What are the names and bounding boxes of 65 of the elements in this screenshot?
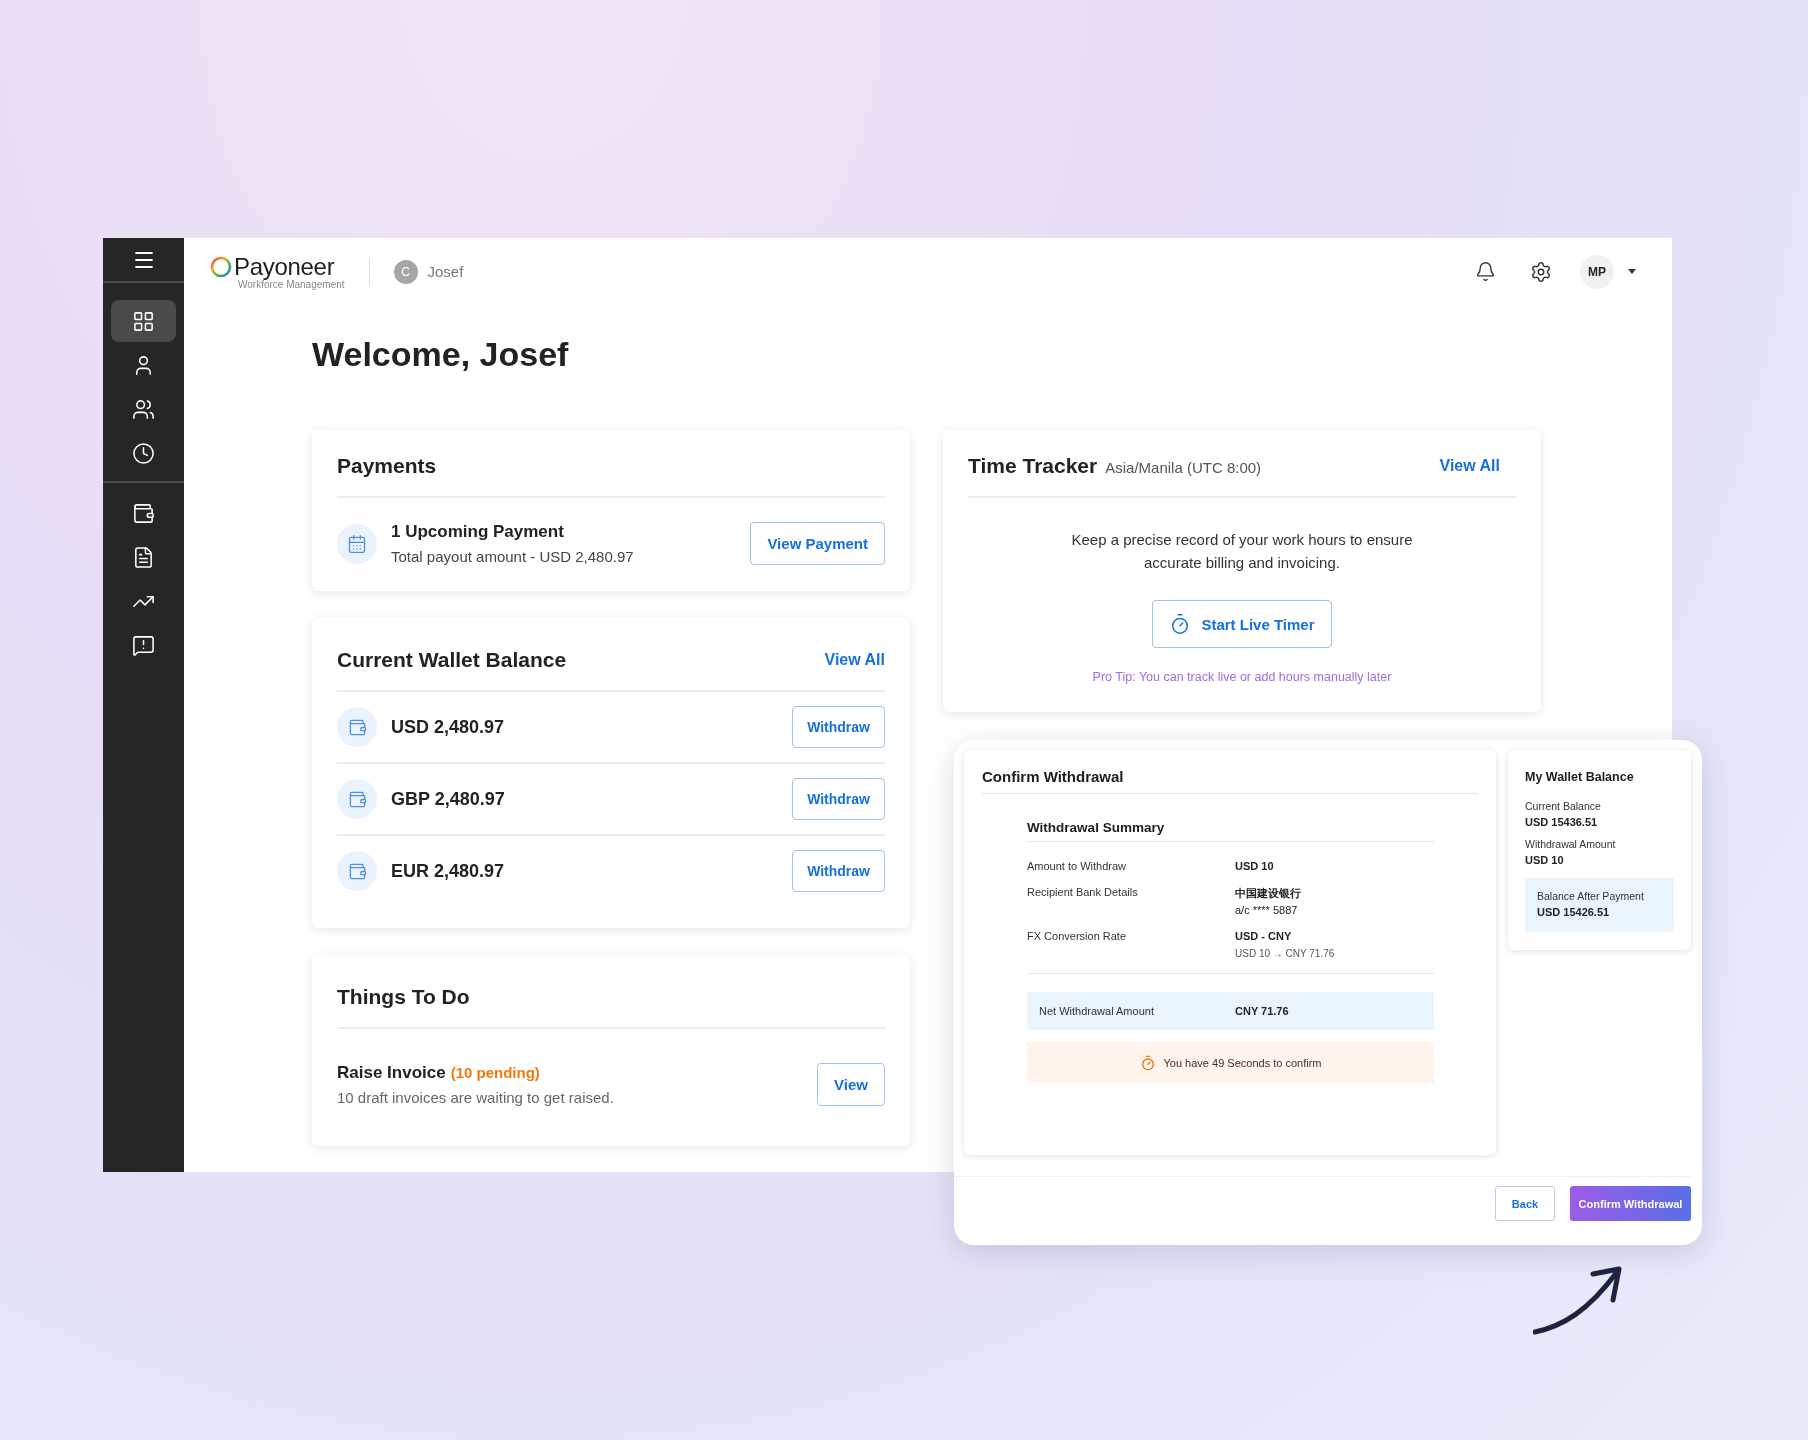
pending-count: (10 pending) xyxy=(450,1064,540,1081)
summary-value: 中国建设银行 xyxy=(1235,886,1302,901)
dialog-title: Confirm Withdrawal xyxy=(982,768,1478,794)
view-all-link[interactable]: View All xyxy=(1439,457,1500,475)
balance-value: USD 10 xyxy=(1525,854,1565,866)
stopwatch-icon xyxy=(1139,1054,1156,1071)
countdown-text: You have 49 Seconds to confirm xyxy=(1163,1056,1322,1069)
timezone-label: Asia/Manila (UTC 8:00) xyxy=(1105,459,1262,476)
account-avatar: C xyxy=(393,259,418,284)
wallet-icon xyxy=(337,707,377,747)
view-button[interactable]: View xyxy=(817,1063,885,1106)
user-avatar-button[interactable]: MP xyxy=(1580,254,1614,289)
summary-title: Withdrawal Summary xyxy=(1027,820,1434,842)
brand-name: Payoneer xyxy=(234,253,335,280)
wallet-icon xyxy=(337,779,377,819)
view-payment-button[interactable]: View Payment xyxy=(750,522,885,565)
ring-logo-icon xyxy=(210,256,232,278)
pro-tip: Pro Tip: You can track live or add hours manually later xyxy=(1092,670,1392,684)
feedback-icon xyxy=(132,633,155,657)
clock-icon xyxy=(132,441,155,465)
balance-label: Balance After Payment xyxy=(1537,890,1645,902)
dashboard-icon xyxy=(132,309,155,333)
calendar-icon xyxy=(337,523,377,564)
balance-amount: USD 2,480.97 xyxy=(391,716,506,738)
balance-label: Current Balance xyxy=(1525,800,1602,812)
account-name: Josef xyxy=(427,263,464,280)
wallet-icon xyxy=(337,851,377,891)
start-timer-button[interactable]: Start Live Timer xyxy=(1152,600,1332,648)
summary-value: a/c **** 5887 xyxy=(1235,904,1299,916)
summary-label: FX Conversion Rate xyxy=(1027,930,1128,944)
payment-detail: Total payout amount - USD 2,480.97 xyxy=(391,548,635,565)
wallet-icon xyxy=(132,501,155,525)
balance-value: USD 15436.51 xyxy=(1525,816,1599,828)
caret-icon[interactable] xyxy=(1628,269,1636,274)
withdraw-button[interactable]: Withdraw xyxy=(792,706,885,748)
summary-value: USD 10 xyxy=(1235,860,1275,872)
confirm-button[interactable]: Confirm Withdrawal xyxy=(1570,1186,1691,1221)
sidebar-item[interactable] xyxy=(111,300,176,342)
net-label: Net Withdrawal Amount xyxy=(1039,1005,1155,1017)
withdraw-button[interactable]: Withdraw xyxy=(792,778,885,820)
net-value: CNY 71.76 xyxy=(1235,1005,1290,1017)
welcome-heading: Welcome, Josef xyxy=(312,335,570,374)
summary-label: Amount to Withdraw xyxy=(1027,860,1128,872)
payment-headline: 1 Upcoming Payment xyxy=(391,522,565,542)
summary-value: USD - CNY xyxy=(1235,930,1293,942)
balance-label: Withdrawal Amount xyxy=(1525,838,1617,850)
card-title: Time Tracker xyxy=(968,454,1098,478)
withdraw-button[interactable]: Withdraw xyxy=(792,850,885,892)
tracker-description: Keep a precise record of your work hours to ensure accurate billing and invoicing. xyxy=(1070,530,1414,573)
wallet-title: My Wallet Balance xyxy=(1525,770,1635,784)
people-icon xyxy=(132,397,155,421)
summary-label: Recipient Bank Details xyxy=(1027,886,1139,900)
document-icon xyxy=(132,545,155,569)
balance-value: USD 15426.51 xyxy=(1537,906,1611,918)
balance-amount: EUR 2,480.97 xyxy=(391,860,506,882)
balance-amount: GBP 2,480.97 xyxy=(391,788,506,810)
brand-subtitle: Workforce Management xyxy=(238,279,345,290)
card-title: Payments xyxy=(337,454,437,478)
todo-detail: 10 draft invoices are waiting to get raised. xyxy=(337,1089,615,1106)
summary-value: USD 10 → CNY 71.76 xyxy=(1235,948,1336,959)
card-title: Current Wallet Balance xyxy=(337,648,567,672)
back-button[interactable]: Back xyxy=(1495,1186,1555,1221)
card-title: Things To Do xyxy=(337,985,470,1009)
todo-title: Raise Invoice xyxy=(337,1063,446,1082)
view-all-link[interactable]: View All xyxy=(824,651,885,669)
